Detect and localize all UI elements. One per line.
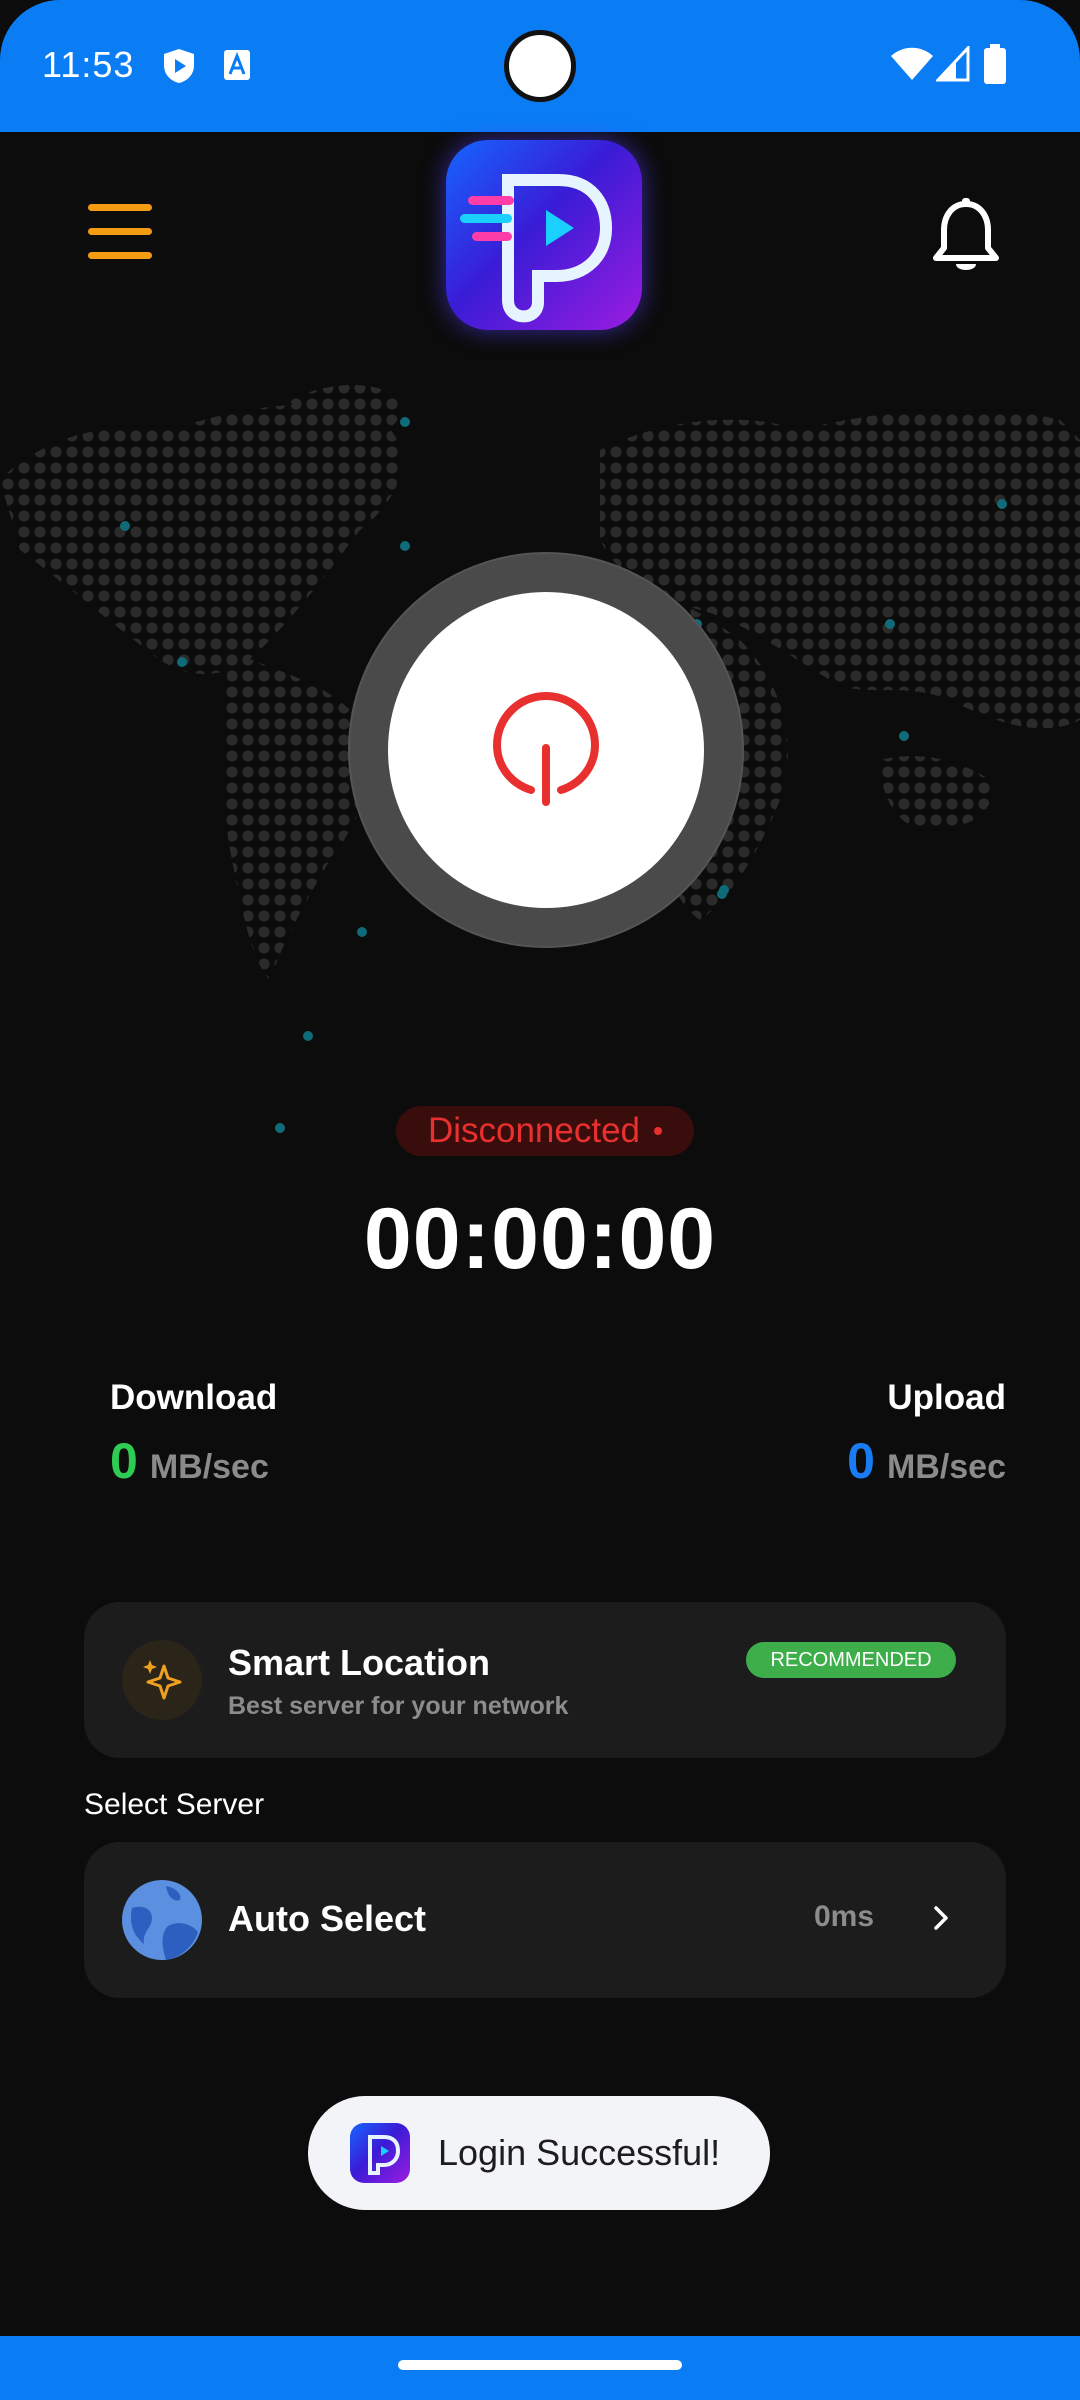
hamburger-line <box>88 228 152 235</box>
navigation-bar <box>0 2336 1080 2400</box>
hamburger-line <box>88 252 152 259</box>
download-value: 0 <box>110 1433 138 1489</box>
power-button[interactable] <box>388 592 704 908</box>
power-icon <box>492 691 600 806</box>
home-indicator[interactable] <box>398 2360 682 2370</box>
menu-button[interactable] <box>88 204 158 268</box>
server-name: Auto Select <box>228 1898 427 1939</box>
status-bar: 11:53 <box>0 0 1080 132</box>
hamburger-menu-icon <box>88 204 152 211</box>
app-logo <box>446 140 642 330</box>
download-unit: MB/sec <box>149 1448 269 1486</box>
shield-play-icon <box>164 49 194 83</box>
recommended-badge: RECOMMENDED <box>746 1642 956 1678</box>
app-logo-icon <box>350 2123 410 2183</box>
camera-cutout <box>504 30 576 102</box>
login-toast: Login Successful! <box>308 2096 770 2210</box>
select-server-label: Select Server <box>84 1788 265 1821</box>
smart-location-card[interactable]: Smart Location Best server for your netw… <box>84 1602 1006 1758</box>
status-dot <box>654 1127 663 1135</box>
connection-status-text: Disconnected <box>427 1111 641 1150</box>
upload-label: Upload <box>887 1378 1006 1417</box>
upload-value-row: 0 MB/sec <box>847 1432 1006 1490</box>
bell-icon[interactable] <box>930 196 1002 276</box>
signal-icon <box>936 46 970 82</box>
upload-unit: MB/sec <box>886 1448 1006 1486</box>
download-value-row: 0 MB/sec <box>110 1432 269 1490</box>
wifi-icon <box>891 47 933 80</box>
chevron-right-icon <box>934 1906 948 1930</box>
connection-timer: 00:00:00 <box>363 1191 717 1287</box>
download-label: Download <box>110 1378 278 1417</box>
app-logo-p-icon <box>460 174 613 323</box>
connection-status-badge: Disconnected <box>396 1106 694 1156</box>
sparkles-glyph <box>143 1660 182 1700</box>
globe-icon <box>122 1880 202 1960</box>
smart-location-title: Smart Location <box>228 1642 491 1683</box>
smart-location-subtitle: Best server for your network <box>228 1692 569 1720</box>
status-time: 11:53 <box>42 44 135 85</box>
toast-logo-glyph <box>368 2135 401 2175</box>
server-ping: 0ms <box>814 1900 875 1933</box>
toast-message: Login Successful! <box>438 2132 721 2173</box>
upload-value: 0 <box>847 1433 875 1489</box>
font-icon <box>224 50 250 80</box>
battery-icon <box>984 44 1006 84</box>
sparkles-icon <box>122 1640 202 1720</box>
server-select-card[interactable]: Auto Select 0ms <box>84 1842 1006 1998</box>
